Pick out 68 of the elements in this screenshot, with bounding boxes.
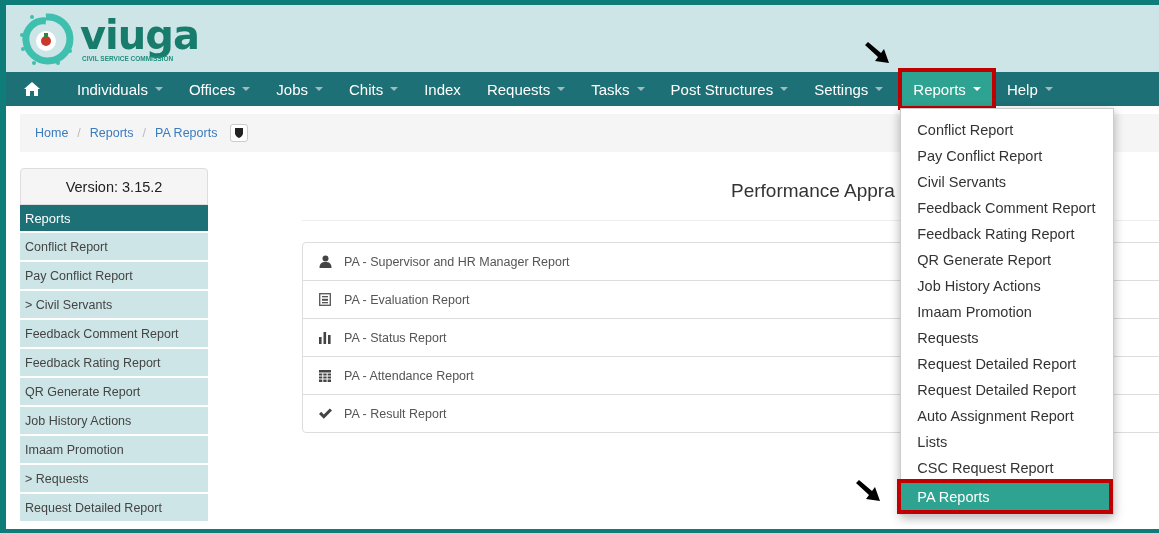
sidebar-item[interactable]: > Requests bbox=[20, 465, 208, 492]
nav-menu-item[interactable]: Chits bbox=[338, 72, 410, 106]
nav-menu-item[interactable]: Individuals bbox=[66, 72, 174, 106]
report-link[interactable]: PA - Attendance Report bbox=[344, 368, 474, 383]
breadcrumb-link[interactable]: Home bbox=[35, 126, 69, 140]
caret-icon bbox=[557, 87, 566, 91]
version-label: Version: 3.15.2 bbox=[20, 168, 208, 205]
dropdown-item[interactable]: CSC Request Report bbox=[901, 455, 1114, 481]
sidebar-heading: Reports bbox=[20, 205, 208, 231]
nav-menu-item[interactable]: Settings bbox=[803, 72, 895, 106]
dropdown-item[interactable]: QR Generate Report bbox=[901, 247, 1114, 273]
user-icon bbox=[318, 255, 332, 268]
dropdown-item[interactable]: Pay Conflict Report bbox=[901, 143, 1114, 169]
nav-menu-item[interactable]: Jobs bbox=[265, 72, 334, 106]
dropdown-item[interactable]: Civil Servants bbox=[901, 169, 1114, 195]
bar-chart-icon bbox=[319, 331, 331, 344]
report-link[interactable]: PA - Evaluation Report bbox=[344, 292, 470, 307]
home-icon bbox=[24, 82, 40, 96]
sidebar-item[interactable]: Pay Conflict Report bbox=[20, 262, 208, 289]
caret-icon bbox=[875, 87, 884, 91]
dropdown-item[interactable]: Imaam Promotion bbox=[901, 299, 1114, 325]
sidebar-item[interactable]: Request Detailed Report bbox=[20, 494, 208, 521]
caret-icon bbox=[1044, 87, 1053, 91]
caret-icon bbox=[972, 87, 981, 91]
shield-icon bbox=[235, 128, 244, 138]
sidebar-item[interactable]: Job History Actions bbox=[20, 407, 208, 434]
shield-button[interactable] bbox=[230, 124, 249, 142]
breadcrumb-separator: / bbox=[77, 126, 81, 140]
dropdown-item[interactable]: Request Detailed Report bbox=[901, 351, 1114, 377]
dropdown-item[interactable]: Requests bbox=[901, 325, 1114, 351]
calendar-icon bbox=[319, 369, 331, 382]
sidebar-item[interactable]: Feedback Rating Report bbox=[20, 349, 208, 376]
sidebar-item[interactable]: Imaam Promotion bbox=[20, 436, 208, 463]
breadcrumb-link[interactable]: PA Reports bbox=[155, 126, 218, 140]
document-icon bbox=[319, 293, 331, 306]
report-link[interactable]: PA - Status Report bbox=[344, 330, 447, 345]
caret-icon bbox=[242, 87, 251, 91]
dropdown-item[interactable]: Auto Assignment Report bbox=[901, 403, 1114, 429]
dropdown-item[interactable]: Lists bbox=[901, 429, 1114, 455]
sidebar-item[interactable]: QR Generate Report bbox=[20, 378, 208, 405]
page-title: Performance Appra bbox=[731, 180, 895, 202]
caret-icon bbox=[154, 87, 163, 91]
nav-menu-item[interactable]: Requests bbox=[475, 72, 577, 106]
caret-icon bbox=[780, 87, 789, 91]
arrow-icon bbox=[855, 480, 882, 502]
nav-menu-item[interactable]: Post Structures bbox=[659, 72, 800, 106]
dropdown-item[interactable]: Job History Actions bbox=[901, 273, 1114, 299]
dropdown-item[interactable]: Feedback Comment Report bbox=[901, 195, 1114, 221]
sidebar-item[interactable]: > Civil Servants bbox=[20, 291, 208, 318]
report-link[interactable]: PA - Supervisor and HR Manager Report bbox=[344, 254, 570, 269]
dropdown-item[interactable]: Conflict Report bbox=[901, 117, 1114, 143]
sidebar-item[interactable]: Feedback Comment Report bbox=[20, 320, 208, 347]
caret-icon bbox=[636, 87, 645, 91]
caret-icon bbox=[315, 87, 323, 91]
breadcrumb-link[interactable]: Reports bbox=[89, 126, 134, 140]
check-icon bbox=[318, 408, 332, 419]
nav-menu-item[interactable]: Index bbox=[413, 72, 472, 106]
dropdown-item[interactable]: Feedback Rating Report bbox=[901, 221, 1114, 247]
nav-menu-item[interactable]: Help bbox=[995, 72, 1064, 106]
breadcrumb-separator: / bbox=[142, 126, 147, 140]
arrow-icon bbox=[864, 42, 891, 64]
caret-icon bbox=[390, 87, 399, 91]
logo-icon bbox=[18, 10, 74, 67]
sidebar-item[interactable]: Conflict Report bbox=[20, 233, 208, 260]
report-link[interactable]: PA - Result Report bbox=[344, 406, 447, 421]
nav-menu-item[interactable]: Offices bbox=[177, 72, 262, 106]
dropdown-item[interactable]: Request Detailed Report bbox=[901, 377, 1114, 403]
nav-menu-item[interactable]: Tasks bbox=[580, 72, 656, 106]
